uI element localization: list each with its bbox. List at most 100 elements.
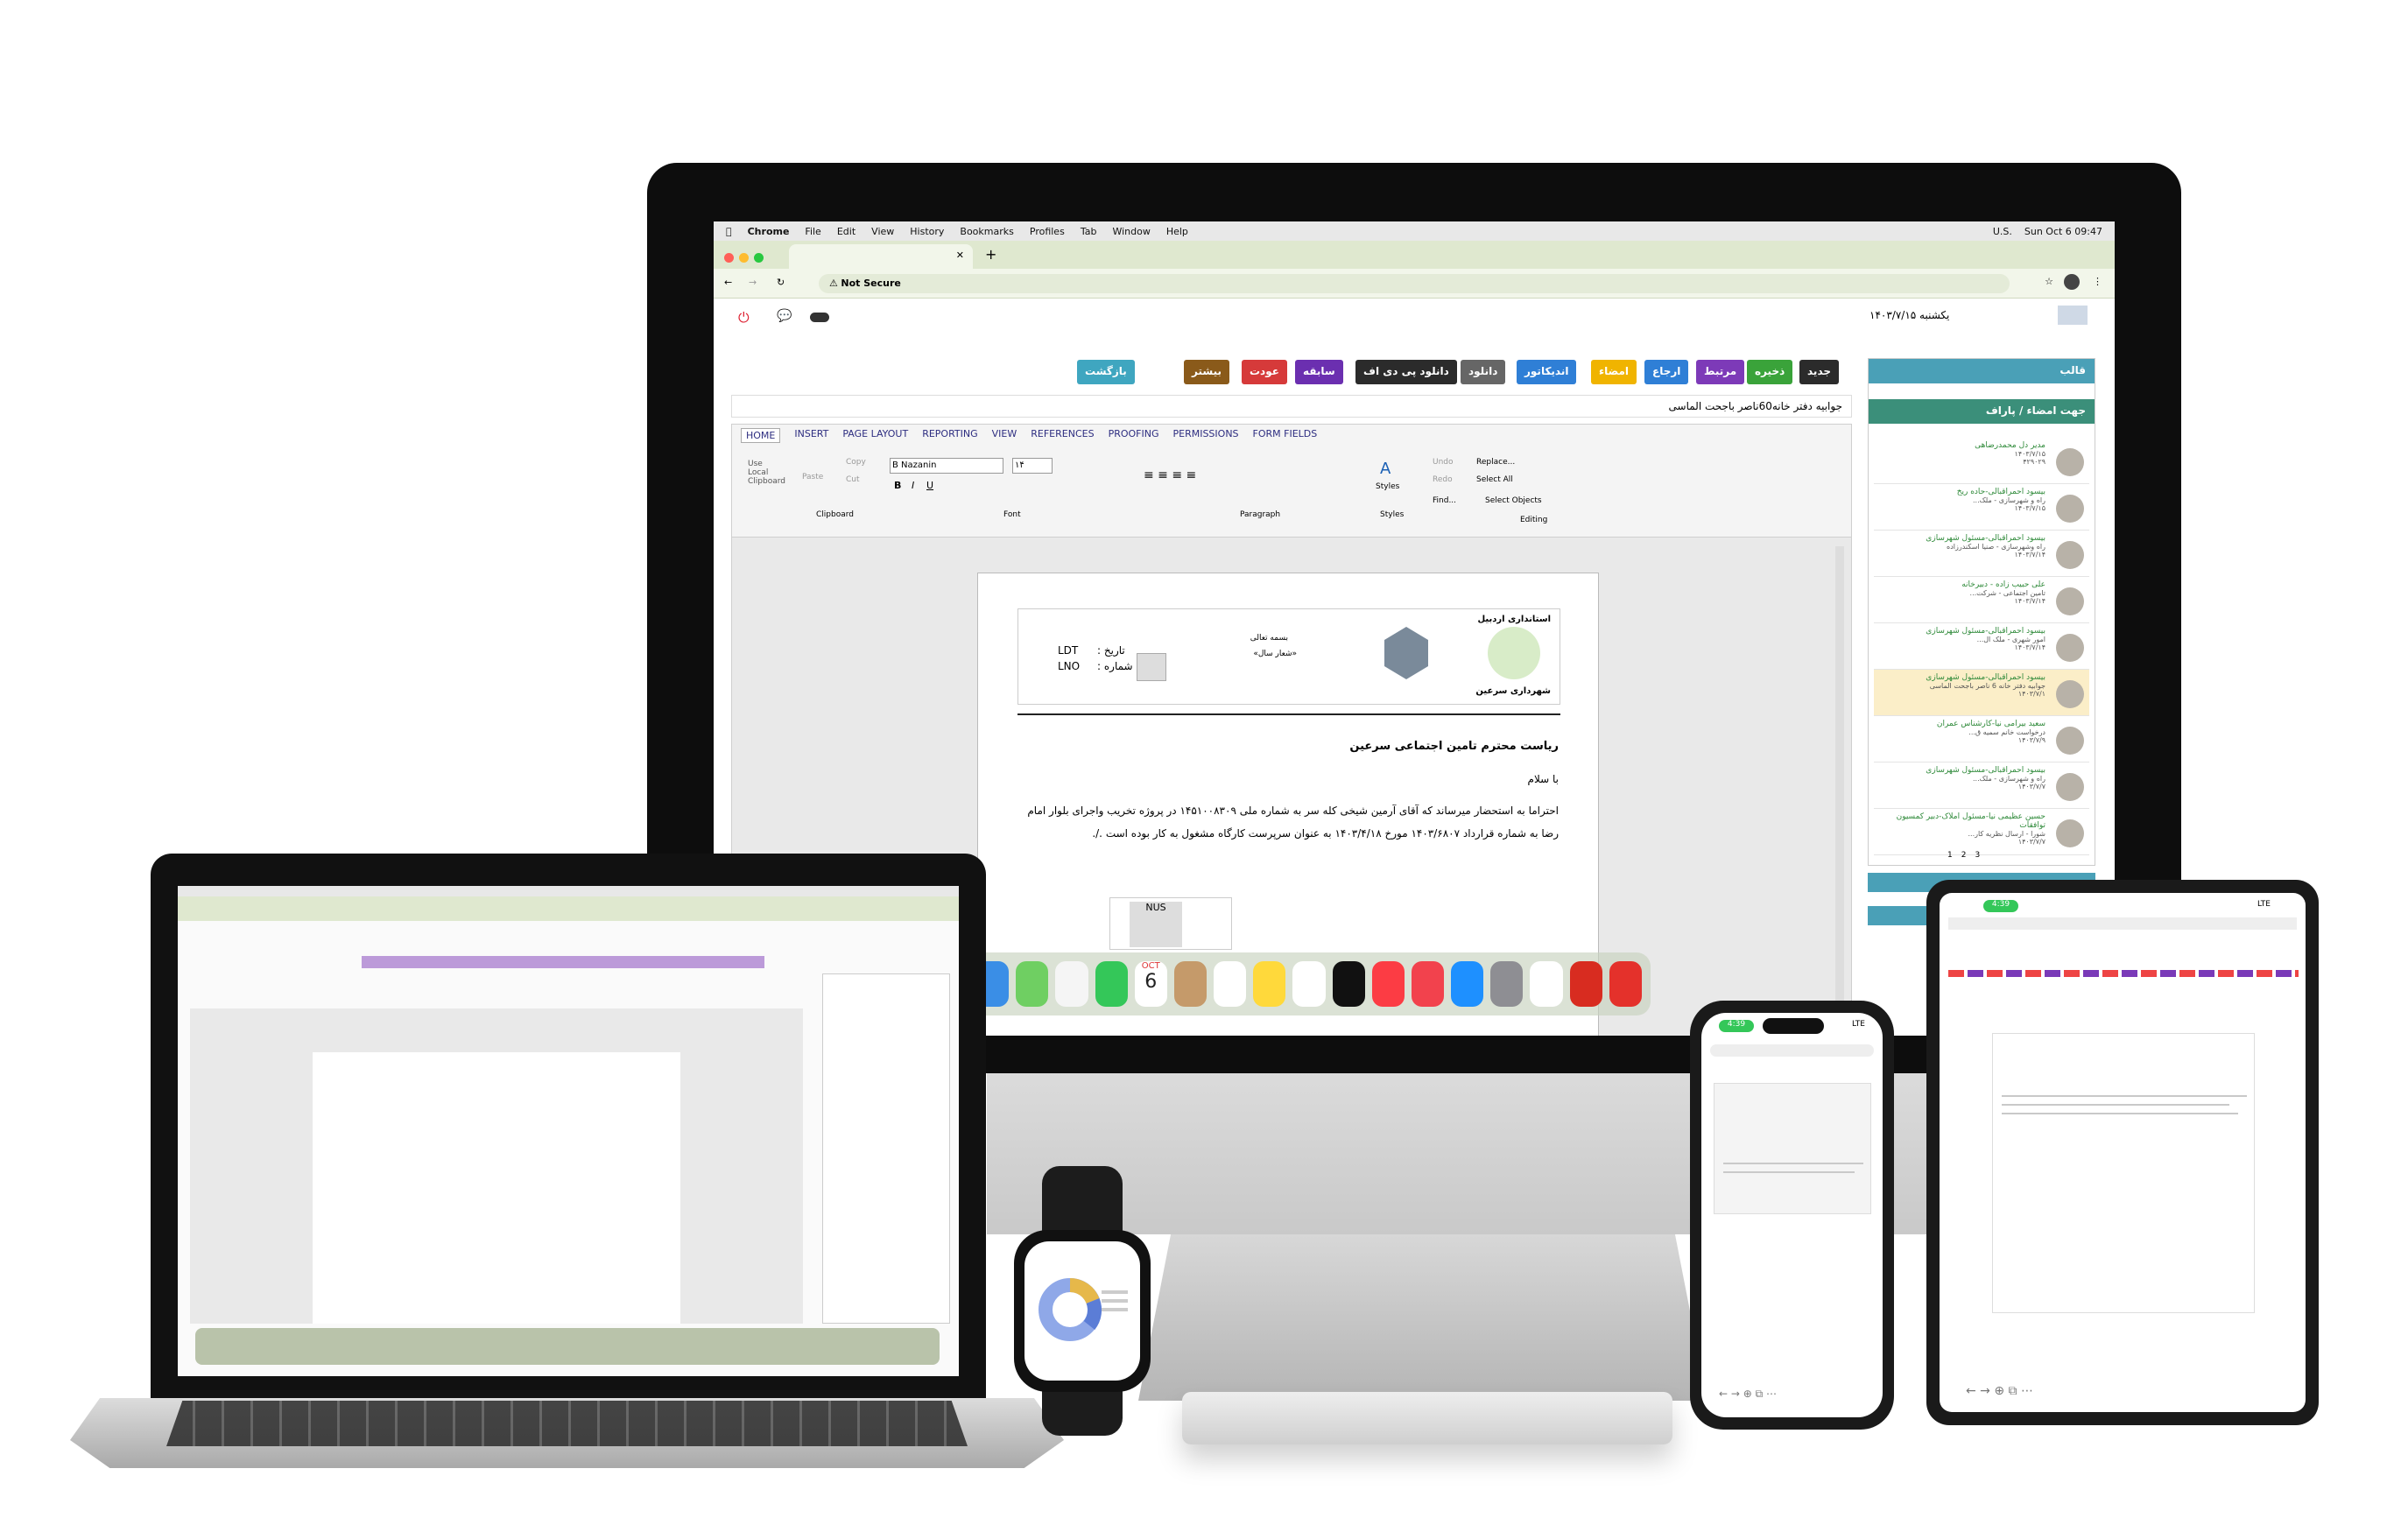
forward-icon[interactable]: → <box>749 277 757 288</box>
ipad-nav-bar[interactable]: ← → ⊕ ⧉ ⋯ <box>1966 1384 2279 1400</box>
app-store-icon[interactable] <box>1451 961 1484 1007</box>
new-tab-icon[interactable]: + <box>985 246 996 263</box>
redo-button[interactable]: Redo <box>1433 475 1453 484</box>
subject-field[interactable]: جوابیه دفتر خانه60ناصر باجحت الماسی <box>731 395 1852 418</box>
ipad-url-bar[interactable] <box>1948 917 2297 930</box>
tab-page-layout[interactable]: PAGE LAYOUT <box>842 428 908 443</box>
back-button[interactable]: بازگشت <box>1077 360 1135 384</box>
doc-scrollbar[interactable] <box>1835 546 1844 1036</box>
find-button[interactable]: Find... <box>1433 496 1456 505</box>
power-icon[interactable]: ⏻ <box>738 309 750 327</box>
window-controls[interactable] <box>724 249 769 266</box>
calendar-icon[interactable]: OCT 6 <box>1134 961 1167 1007</box>
history-button[interactable]: سابقه <box>1295 360 1343 384</box>
apple-icon[interactable]:  <box>726 226 732 237</box>
list-item-selected[interactable]: بیسود احمراقبالی-مسئول شهرسازی جوابیه دفت… <box>1874 670 2089 716</box>
tab-view[interactable]: VIEW <box>992 428 1017 443</box>
select-all-button[interactable]: Select All <box>1476 475 1513 484</box>
freeform-icon[interactable] <box>1292 961 1326 1007</box>
notes-icon[interactable] <box>1253 961 1286 1007</box>
return-button[interactable]: عودت <box>1242 360 1287 384</box>
menu-file[interactable]: File <box>805 226 820 237</box>
contacts-icon[interactable] <box>1173 961 1208 1007</box>
iphone-url-bar[interactable] <box>1710 1044 1874 1057</box>
menu-help[interactable]: Help <box>1166 226 1188 237</box>
font-size-select[interactable]: ۱۴ <box>1012 458 1053 474</box>
menu-profiles[interactable]: Profiles <box>1030 226 1065 237</box>
cut-button[interactable]: Cut <box>846 475 860 484</box>
indicator-button[interactable]: اندیکاتور <box>1517 360 1577 384</box>
underline-icon[interactable]: U <box>926 480 933 491</box>
italic-icon[interactable]: I <box>912 480 914 491</box>
more-button[interactable]: بیشتر <box>1184 360 1229 384</box>
styles-icon[interactable]: A <box>1380 460 1391 478</box>
theme-toggle[interactable] <box>810 313 829 322</box>
use-local-clipboard[interactable]: Use Local Clipboard <box>748 460 785 486</box>
list-item[interactable]: بیسود احمراقبالی-حاده ریخ راه و شهرسازی -… <box>1874 484 2089 531</box>
refer-button[interactable]: ارجاع <box>1644 360 1689 384</box>
browser-tab[interactable]: ✕ <box>789 244 973 269</box>
list-item[interactable]: حسین عظیمی نیا-مسئول املاک-دبیر کمسیون ت… <box>1874 809 2089 855</box>
reload-icon[interactable]: ↻ <box>777 277 785 288</box>
chrome-icon[interactable] <box>1530 961 1563 1007</box>
list-item[interactable]: بیسود احمراقبالی-مسئول شهرسازی راه و شهرس… <box>1874 762 2089 809</box>
list-item[interactable]: سعید بیرامی نیا-کارشناس عمران درخواست خان… <box>1874 716 2089 762</box>
paste-button[interactable]: Paste <box>802 473 823 481</box>
chat-icon[interactable]: 💬 <box>777 309 792 323</box>
menu-tab[interactable]: Tab <box>1081 226 1097 237</box>
page-1[interactable]: 1 <box>1947 851 1953 860</box>
sign-queue-header[interactable]: جهت امضاء / پاراف <box>1869 399 2095 424</box>
new-button[interactable]: جدید <box>1799 360 1840 384</box>
list-item[interactable]: مدیر دل محمدرضاهی ۱۴۰۳/۷/۱۵ ۴۲۹۰۲۹ <box>1874 438 2089 484</box>
url-field[interactable]: ⚠ Not Secure <box>819 274 2010 293</box>
menu-bookmarks[interactable]: Bookmarks <box>960 226 1013 237</box>
iphone-nav-bar[interactable]: ← → ⊕ ⧉ ⋯ <box>1719 1388 1865 1400</box>
tab-insert[interactable]: INSERT <box>794 428 828 443</box>
anydesk-icon[interactable] <box>1569 961 1602 1007</box>
photos-icon[interactable] <box>1055 961 1088 1007</box>
menu-edit[interactable]: Edit <box>837 226 855 237</box>
undo-button[interactable]: Undo <box>1433 458 1454 467</box>
tv-icon[interactable] <box>1332 961 1365 1007</box>
list-item[interactable]: بیسود احمراقبالی-مسئول شهرسازی امور شهری … <box>1874 623 2089 670</box>
copy-button[interactable]: Copy <box>846 458 866 467</box>
page-2[interactable]: 2 <box>1961 851 1967 860</box>
maps-icon[interactable] <box>1016 961 1049 1007</box>
select-objects-button[interactable]: Select Objects <box>1485 496 1542 505</box>
font-name-select[interactable]: B Nazanin <box>890 458 1003 474</box>
sign-button[interactable]: امضاء <box>1591 360 1637 384</box>
tab-references[interactable]: REFERENCES <box>1031 428 1094 443</box>
download-pdf-button[interactable]: دانلود پی دی اف <box>1355 360 1457 384</box>
menubar-app[interactable]: Chrome <box>748 226 790 237</box>
music-icon[interactable] <box>1371 961 1405 1007</box>
tab-reporting[interactable]: REPORTING <box>922 428 977 443</box>
menu-view[interactable]: View <box>871 226 894 237</box>
menu-window[interactable]: Window <box>1112 226 1150 237</box>
page-3[interactable]: 3 <box>1975 851 1980 860</box>
related-button[interactable]: مرتبط <box>1696 360 1745 384</box>
menubar-clock[interactable]: Sun Oct 6 09:47 <box>2024 226 2102 237</box>
download-button[interactable]: دانلود <box>1461 360 1506 384</box>
menu-history[interactable]: History <box>910 226 944 237</box>
bookmark-star-icon[interactable]: ☆ <box>2045 276 2053 287</box>
reminders-icon[interactable] <box>1214 961 1247 1007</box>
replace-button[interactable]: Replace... <box>1476 458 1515 467</box>
facetime-icon[interactable] <box>1095 961 1128 1007</box>
remote-app-icon[interactable] <box>1609 961 1642 1007</box>
back-icon[interactable]: ← <box>724 277 732 288</box>
tab-home[interactable]: HOME <box>741 428 781 443</box>
templates-header[interactable]: قالب <box>1869 359 2095 383</box>
save-button[interactable]: ذخیره <box>1747 360 1793 384</box>
tab-form-fields[interactable]: FORM FIELDS <box>1253 428 1318 443</box>
bold-icon[interactable]: B <box>894 480 901 491</box>
tab-permissions[interactable]: PERMISSIONS <box>1172 428 1238 443</box>
profile-avatar[interactable] <box>2064 274 2080 290</box>
tab-proofing[interactable]: PROOFING <box>1109 428 1159 443</box>
settings-icon[interactable] <box>1490 961 1524 1007</box>
input-source[interactable]: U.S. <box>1993 226 2012 237</box>
list-item[interactable]: علی حبیب زاده - دبیرخانه تامین اجتماعی - … <box>1874 577 2089 623</box>
chrome-menu-icon[interactable]: ⋮ <box>2093 276 2102 287</box>
align-icons[interactable]: ≡ ≡ ≡ ≡ <box>1144 468 1196 482</box>
news-icon[interactable] <box>1411 961 1445 1007</box>
list-item[interactable]: بیسود احمراقبالی-مسئول شهرسازی راه وشهرسا… <box>1874 531 2089 577</box>
